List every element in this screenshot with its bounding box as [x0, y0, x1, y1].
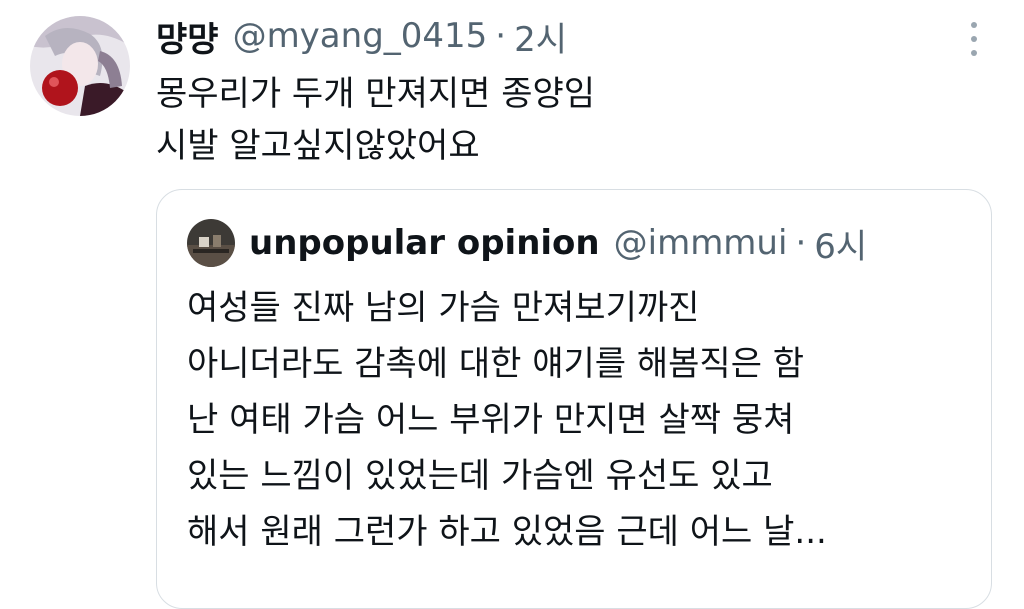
- tweet-text-line: 시발 알고싶지않았어요: [156, 126, 480, 166]
- quoted-tweet[interactable]: unpopular opinion @immmui · 6시 여성들 진짜 남의…: [156, 189, 992, 609]
- quoted-text-line: 여성들 진짜 남의 가슴 만져보기까진: [187, 288, 700, 328]
- separator-dot: ·: [495, 16, 507, 56]
- quoted-author-handle: @immmui: [613, 223, 788, 263]
- tweet-timestamp[interactable]: 2시: [514, 12, 567, 61]
- more-dot: [971, 36, 977, 42]
- more-dot: [971, 50, 977, 56]
- author-handle[interactable]: @myang_0415: [233, 16, 488, 56]
- tweet-text-line: 몽우리가 두개 만져지면 종양임: [156, 74, 596, 114]
- quoted-text-line: 아니더라도 감촉에 대한 얘기를 해봄직은 함: [187, 344, 805, 384]
- quoted-text-line: 해서 원래 그런가 하고 있었음 근데 어느 날...: [187, 512, 827, 552]
- author-name[interactable]: 먕먕: [156, 12, 219, 61]
- tweet-text: 몽우리가 두개 만져지면 종양임 시발 알고싶지않았어요: [156, 68, 595, 172]
- separator-dot: ·: [795, 223, 807, 263]
- quoted-text-line: 난 여태 가슴 어느 부위가 만지면 살짝 뭉쳐: [187, 400, 795, 440]
- quoted-text-line: 있는 느낌이 있었는데 가슴엔 유선도 있고: [187, 456, 773, 496]
- author-avatar[interactable]: [30, 16, 130, 116]
- quoted-author-avatar: [187, 219, 235, 267]
- more-dot: [971, 22, 977, 28]
- quoted-author-name: unpopular opinion: [249, 223, 600, 263]
- quoted-tweet-header: unpopular opinion @immmui · 6시: [187, 218, 867, 268]
- more-vertical-icon[interactable]: [962, 22, 986, 56]
- quoted-tweet-timestamp: 6시: [814, 226, 868, 267]
- quoted-tweet-text: 여성들 진짜 남의 가슴 만져보기까진 아니더라도 감촉에 대한 얘기를 해봄직…: [187, 280, 967, 560]
- tweet-header: 먕먕 @myang_0415 · 2시: [156, 12, 567, 60]
